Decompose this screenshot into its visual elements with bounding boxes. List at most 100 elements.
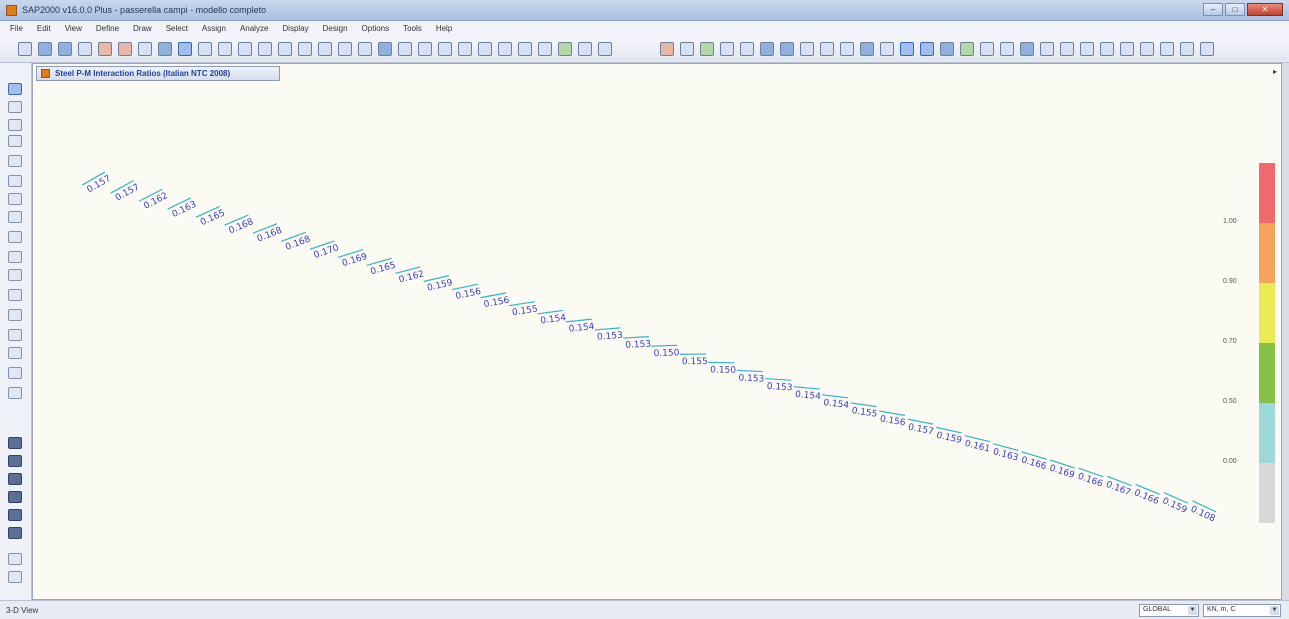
side-tool-icon[interactable] <box>8 289 22 301</box>
toolbar-button-icon[interactable] <box>438 42 452 56</box>
member-ratio[interactable]: 0.154 <box>537 309 567 327</box>
member-ratio[interactable]: 0.153 <box>736 369 764 385</box>
scroll-right-icon[interactable]: ▸ <box>1273 67 1277 76</box>
toolbar-button-icon[interactable] <box>158 42 172 56</box>
member-ratio[interactable]: 0.161 <box>962 434 992 455</box>
toolbar-button-icon[interactable] <box>18 42 32 56</box>
model-canvas[interactable]: 0.157 0.157 0.162 0.163 0.165 0.168 0.168 0.168… <box>33 84 1281 599</box>
side-tool-icon[interactable] <box>8 269 22 281</box>
toolbar-button-icon[interactable] <box>1060 42 1074 56</box>
member-ratio[interactable]: 0.159 <box>1159 492 1190 516</box>
side-tool-icon[interactable] <box>8 329 22 341</box>
frame-member-line[interactable] <box>622 335 649 339</box>
member-ratio[interactable]: 0.153 <box>594 327 623 343</box>
toolbar-button-icon[interactable] <box>680 42 694 56</box>
member-ratio[interactable]: 0.157 <box>110 180 142 205</box>
minimize-button[interactable]: – <box>1203 3 1223 16</box>
units-select[interactable]: KN, m, C ▼ <box>1203 604 1281 617</box>
toolbar-button-icon[interactable] <box>298 42 312 56</box>
side-tool-icon[interactable] <box>8 509 22 521</box>
member-ratio[interactable]: 0.150 <box>651 344 680 359</box>
member-ratio[interactable]: 0.166 <box>1074 467 1105 490</box>
frame-member-line[interactable] <box>765 377 792 381</box>
toolbar-button-icon[interactable] <box>538 42 552 56</box>
toolbar-button-icon[interactable] <box>558 42 572 56</box>
member-ratio[interactable]: 0.162 <box>138 188 170 212</box>
toolbar-button-icon[interactable] <box>1000 42 1014 56</box>
member-ratio[interactable]: 0.165 <box>366 257 397 278</box>
toolbar-button-icon[interactable] <box>578 42 592 56</box>
side-tool-icon[interactable] <box>8 367 22 379</box>
member-ratio[interactable]: 0.157 <box>81 171 113 196</box>
frame-member-line[interactable] <box>793 386 820 390</box>
side-tool-icon[interactable] <box>8 155 22 167</box>
toolbar-button-icon[interactable] <box>1080 42 1094 56</box>
member-ratio[interactable]: 0.150 <box>708 361 736 376</box>
toolbar-button-icon[interactable] <box>860 42 874 56</box>
member-ratio[interactable]: 0.162 <box>395 266 425 287</box>
frame-member-line[interactable] <box>594 327 621 331</box>
frame-member-line[interactable] <box>651 344 678 347</box>
member-ratio[interactable]: 0.167 <box>1103 475 1134 498</box>
maximize-button[interactable]: □ <box>1225 3 1245 16</box>
toolbar-button-icon[interactable] <box>258 42 272 56</box>
side-tool-icon[interactable] <box>8 437 22 449</box>
menu-tools[interactable]: Tools <box>403 24 422 33</box>
side-tool-icon[interactable] <box>8 571 22 583</box>
toolbar-button-icon[interactable] <box>1020 42 1034 56</box>
member-ratio[interactable]: 0.165 <box>195 205 227 229</box>
toolbar-button-icon[interactable] <box>458 42 472 56</box>
member-ratio[interactable]: 0.170 <box>309 240 341 261</box>
member-ratio[interactable]: 0.153 <box>622 335 651 351</box>
menu-design[interactable]: Design <box>323 24 348 33</box>
close-icon[interactable] <box>41 69 50 78</box>
toolbar-button-icon[interactable] <box>238 42 252 56</box>
member-ratio[interactable]: 0.156 <box>877 410 907 429</box>
toolbar-button-icon[interactable] <box>38 42 52 56</box>
member-ratio[interactable]: 0.155 <box>508 301 538 318</box>
side-tool-icon[interactable] <box>8 553 22 565</box>
toolbar-button-icon[interactable] <box>920 42 934 56</box>
toolbar-button-icon[interactable] <box>720 42 734 56</box>
toolbar-button-icon[interactable] <box>338 42 352 56</box>
toolbar-button-icon[interactable] <box>1200 42 1214 56</box>
side-tool-icon[interactable] <box>8 193 22 205</box>
menu-analyze[interactable]: Analyze <box>240 24 268 33</box>
member-ratio[interactable]: 0.159 <box>423 275 454 294</box>
toolbar-button-icon[interactable] <box>398 42 412 56</box>
member-ratio[interactable]: 0.166 <box>1018 451 1049 472</box>
toolbar-button-icon[interactable] <box>1160 42 1174 56</box>
member-ratio[interactable]: 0.153 <box>764 377 793 394</box>
toolbar-button-icon[interactable] <box>178 42 192 56</box>
menu-display[interactable]: Display <box>282 24 308 33</box>
toolbar-button-icon[interactable] <box>98 42 112 56</box>
menu-options[interactable]: Options <box>362 24 390 33</box>
toolbar-button-icon[interactable] <box>278 42 292 56</box>
side-tool-icon[interactable] <box>8 83 22 95</box>
member-ratio[interactable]: 0.168 <box>224 214 255 237</box>
side-tool-icon[interactable] <box>8 473 22 485</box>
side-tool-icon[interactable] <box>8 119 22 131</box>
menu-draw[interactable]: Draw <box>133 24 152 33</box>
member-ratio[interactable]: 0.157 <box>905 418 935 437</box>
member-ratio[interactable]: 0.163 <box>990 443 1020 464</box>
side-tool-icon[interactable] <box>8 387 22 399</box>
toolbar-button-icon[interactable] <box>780 42 794 56</box>
toolbar-button-icon[interactable] <box>1120 42 1134 56</box>
member-ratio[interactable]: 0.155 <box>679 353 708 367</box>
toolbar-button-icon[interactable] <box>78 42 92 56</box>
member-ratio[interactable]: 0.108 <box>1187 500 1218 525</box>
side-tool-icon[interactable] <box>8 231 22 243</box>
menu-select[interactable]: Select <box>166 24 188 33</box>
member-ratio[interactable]: 0.168 <box>281 231 312 254</box>
toolbar-button-icon[interactable] <box>820 42 834 56</box>
coordinate-system-select[interactable]: GLOBAL ▼ <box>1139 604 1199 617</box>
side-tool-icon[interactable] <box>8 135 22 147</box>
menu-help[interactable]: Help <box>436 24 452 33</box>
member-ratio[interactable]: 0.159 <box>933 426 963 446</box>
menu-file[interactable]: File <box>10 24 23 33</box>
menu-define[interactable]: Define <box>96 24 119 33</box>
toolbar-button-icon[interactable] <box>900 42 914 56</box>
toolbar-button-icon[interactable] <box>518 42 532 56</box>
toolbar-button-icon[interactable] <box>418 42 432 56</box>
